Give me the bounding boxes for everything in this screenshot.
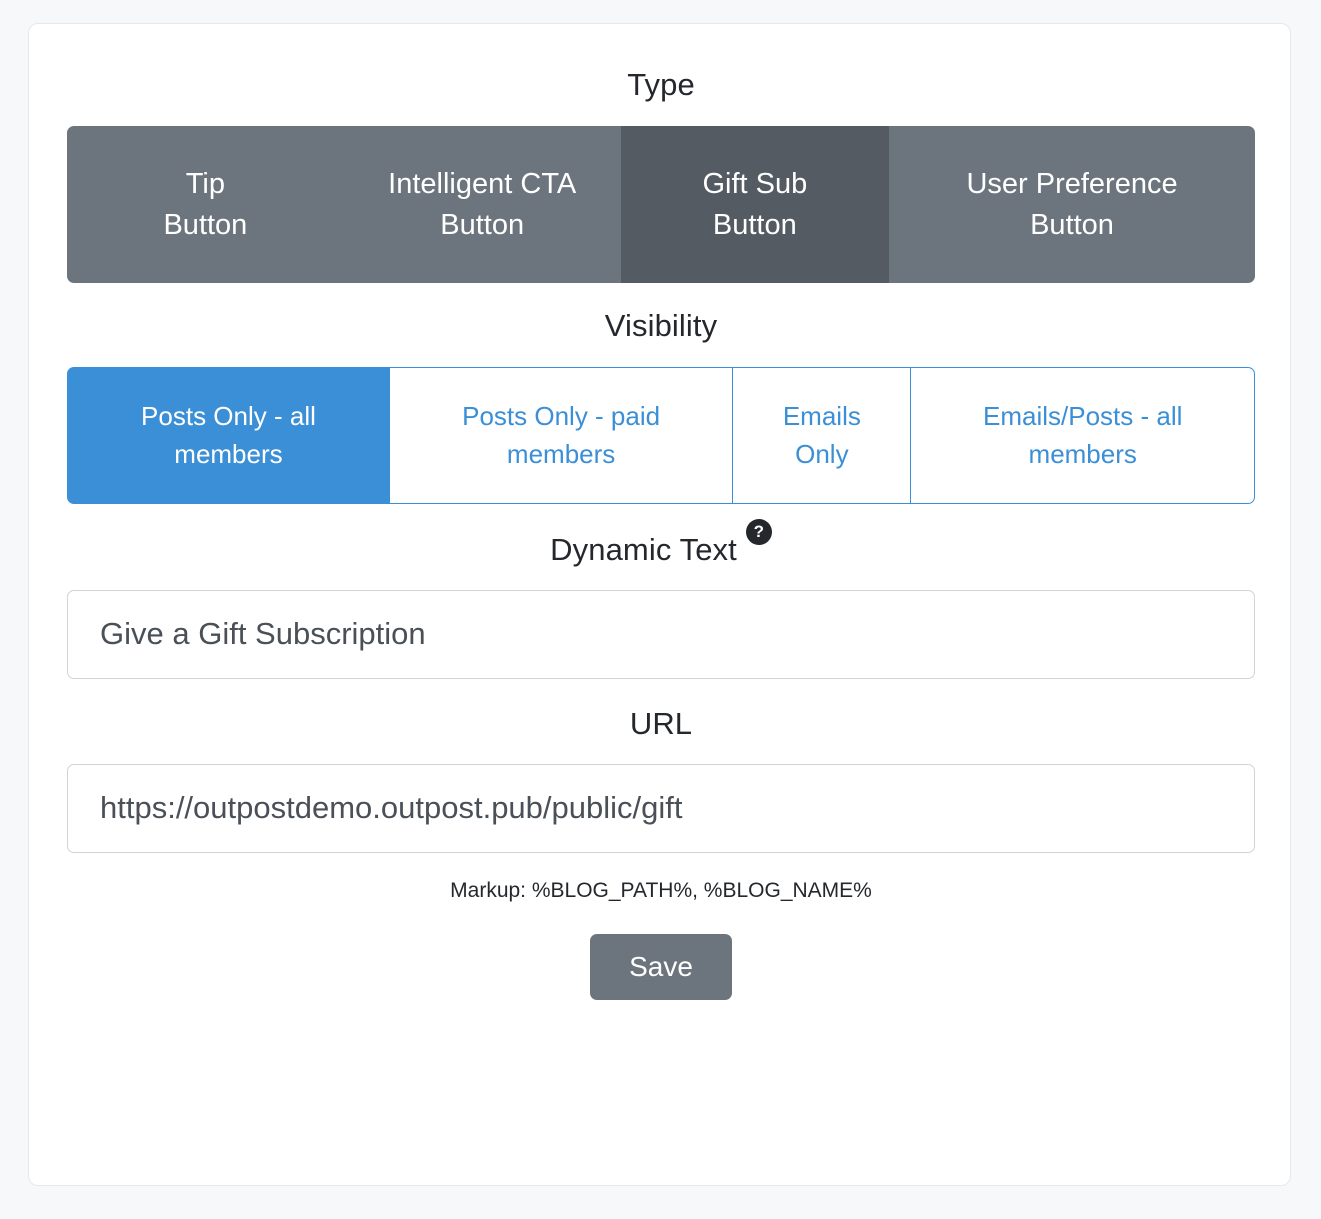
visibility-option-emails-only-line2: Only	[795, 438, 849, 469]
visibility-option-emails-posts-all-members-line1: Emails/Posts - all	[983, 401, 1183, 432]
visibility-option-posts-only-paid-members-line2: members	[506, 438, 616, 469]
type-button-group[interactable]: Tip Button Intelligent CTA Button Gift S…	[67, 126, 1255, 284]
visibility-option-emails-only[interactable]: Emails Only	[732, 367, 911, 505]
type-option-user-preference-button[interactable]: User Preference Button	[889, 126, 1255, 284]
save-button[interactable]: Save	[590, 934, 732, 1000]
type-option-tip-button-line2: Button	[163, 208, 248, 241]
type-option-intelligent-cta-button-line2: Button	[440, 208, 525, 241]
visibility-option-emails-only-line1: Emails	[782, 401, 861, 432]
type-option-gift-sub-button-line2: Button	[712, 208, 797, 241]
visibility-option-posts-only-paid-members-line1: Posts Only - paid	[462, 401, 661, 432]
visibility-option-posts-only-all-members-line2: members	[174, 438, 283, 469]
type-option-user-preference-button-line1: User Preference	[966, 167, 1178, 200]
visibility-section-heading: Visibility	[604, 308, 718, 344]
dynamic-text-heading-label: Dynamic Text	[550, 531, 737, 567]
type-option-tip-button-line1: Tip	[185, 167, 225, 200]
type-section-heading: Type	[627, 67, 695, 102]
settings-card: Type Tip Button Intelligent CTA Button G…	[28, 23, 1291, 1186]
save-row: Save	[67, 934, 1255, 1000]
visibility-button-group[interactable]: Posts Only - all members Posts Only - pa…	[67, 367, 1255, 505]
question-mark-icon[interactable]: ?	[745, 518, 772, 545]
visibility-option-posts-only-all-members[interactable]: Posts Only - all members	[67, 367, 389, 505]
dynamic-text-section-heading: Dynamic Text ?	[67, 518, 1255, 568]
visibility-option-emails-posts-all-members[interactable]: Emails/Posts - all members	[910, 367, 1255, 505]
url-section-heading: URL	[629, 705, 693, 741]
visibility-option-posts-only-paid-members[interactable]: Posts Only - paid members	[388, 367, 733, 505]
type-option-gift-sub-button-line1: Gift Sub	[702, 167, 808, 200]
type-option-gift-sub-button[interactable]: Gift Sub Button	[620, 126, 890, 284]
visibility-option-emails-posts-all-members-line2: members	[1028, 438, 1137, 469]
dynamic-text-heading-wrap: Dynamic Text ?	[550, 518, 772, 568]
type-option-tip-button[interactable]: Tip Button	[67, 126, 344, 284]
visibility-option-posts-only-all-members-line1: Posts Only - all	[141, 401, 316, 432]
url-input[interactable]	[67, 763, 1255, 853]
dynamic-text-input[interactable]	[67, 589, 1255, 679]
type-option-user-preference-button-line2: Button	[1030, 208, 1114, 241]
type-option-intelligent-cta-button[interactable]: Intelligent CTA Button	[343, 126, 621, 284]
card-body: Type Tip Button Intelligent CTA Button G…	[67, 24, 1255, 1000]
type-option-intelligent-cta-button-line1: Intelligent CTA	[388, 167, 577, 200]
markup-hint-text: Markup: %BLOG_PATH%, %BLOG_NAME%	[450, 878, 872, 902]
